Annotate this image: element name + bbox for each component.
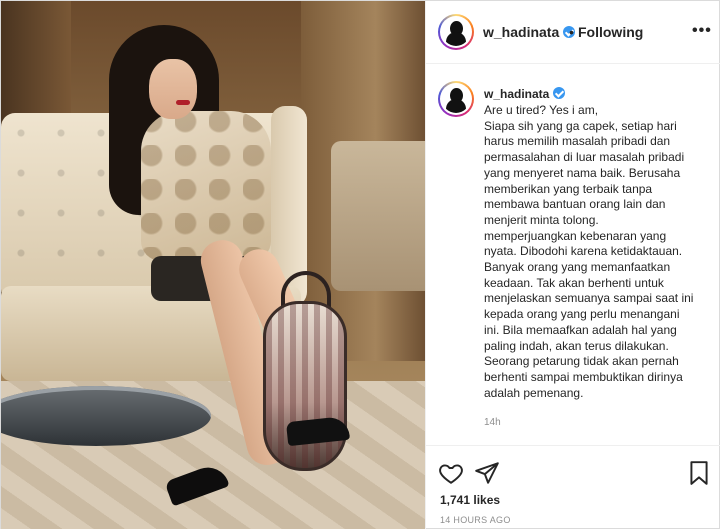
woman-lips [176,100,190,105]
woman-blouse [141,111,271,261]
caption-username-link[interactable]: w_hadinata [484,87,566,101]
caption-block: w_hadinata Are u tired? Yes i am, Siapa … [426,65,720,445]
caption-age[interactable]: 14h [484,417,501,428]
caption-line: Siapa sih yang ga capek, setiap hari [484,118,677,133]
header-username-link[interactable]: w_hadinata [483,24,576,40]
separator-dot: • [569,24,574,40]
handbag [263,301,347,471]
action-bar: 1,741 likes 14 HOURS AGO [426,445,720,529]
woman-face [149,59,197,119]
caption-line: nyata. Dibodohi karena ketidaktauan. [484,244,683,259]
avatar-silhouette-icon [442,18,470,46]
following-button[interactable]: Following [578,24,643,40]
caption-line: memberikan yang terbaik tanpa [484,181,653,196]
caption-line: menjelaskan semuanya sampai saat ini [484,291,694,306]
avatar-silhouette-icon [442,85,470,113]
caption-line: keadaan. Tak akan berhenti untuk [484,275,664,290]
caption-line: membawa bantuan orang lain dan [484,197,666,212]
caption-username[interactable]: w_hadinata [484,87,549,101]
heart-icon[interactable] [438,460,464,486]
background-chair [331,141,425,291]
more-options-icon[interactable]: ••• [692,22,712,40]
caption-line: permasalahan di luar masalah pribadi [484,150,685,165]
post-frame: w_hadinata • Following ••• w_hadinata Ar… [0,0,720,529]
caption-line: Banyak orang yang memanfaatkan [484,260,671,275]
caption-line: kepada orang yang perlu menangani [484,307,680,322]
likes-count[interactable]: 1,741 likes [440,493,500,507]
caption-line: menjerit minta tolong. [484,212,599,227]
caption-line: paling indah, akan terus dilakukan. [484,338,669,353]
caption-avatar[interactable] [438,81,474,117]
caption-line: Seorang petarung tidak akan pernah [484,354,679,369]
paper-plane-icon[interactable] [474,460,500,486]
caption-line: ini. Bila memaafkan adalah hal yang [484,322,677,337]
bookmark-icon[interactable] [686,460,712,486]
caption-line: Are u tired? Yes i am, [484,103,599,117]
header-username[interactable]: w_hadinata [483,24,559,40]
caption-line: memperjuangkan kebenaran yang [484,228,667,243]
caption-line: harus memilih masalah pribadi dan [484,134,671,149]
caption-text: Are u tired? Yes i am, Siapa sih yang ga… [484,103,716,401]
avatar[interactable] [438,14,474,50]
caption-line: yang menyeret nama baik. Berusaha [484,165,681,180]
verified-badge-icon [553,87,566,99]
post-header: w_hadinata • Following ••• [426,1,720,64]
post-side-panel: w_hadinata • Following ••• w_hadinata Ar… [425,1,720,529]
post-photo[interactable] [1,1,425,529]
post-timestamp[interactable]: 14 HOURS AGO [440,515,511,525]
caption-line: berhenti sampai membuktikan dirinya [484,369,683,384]
caption-line: adalah pemenang. [484,385,584,400]
